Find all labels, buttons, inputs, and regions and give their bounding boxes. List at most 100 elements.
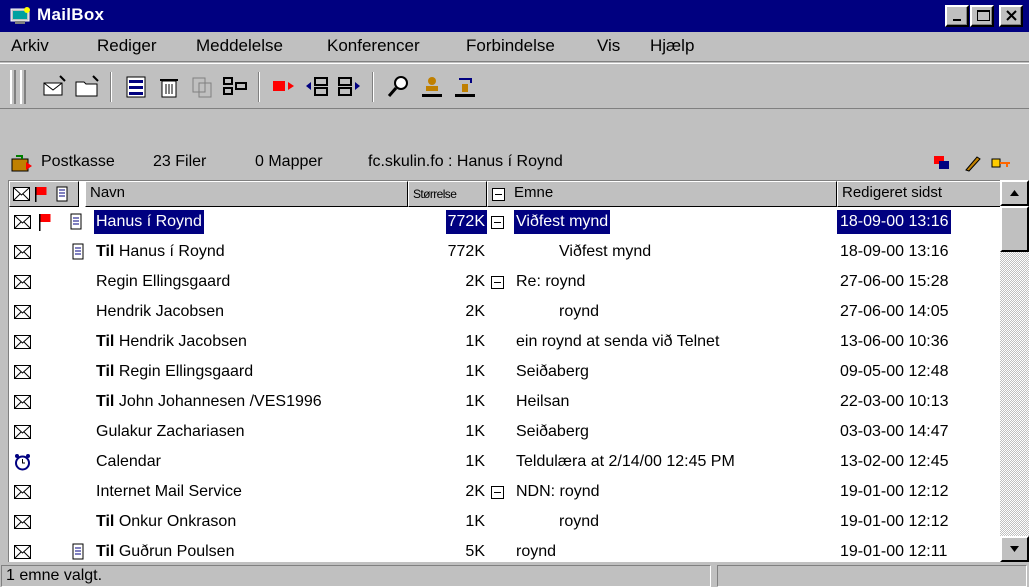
message-subject: Re: roynd bbox=[514, 267, 835, 297]
message-row[interactable]: Hendrik Jacobsen 2K roynd 27-06-00 14:05 bbox=[9, 297, 1001, 327]
message-row[interactable]: Calendar 1K Teldulæra at 2/14/00 12:45 PM 1… bbox=[9, 447, 1001, 477]
arrow-down-icon bbox=[1010, 546, 1019, 552]
date-text: 19-01-00 12:12 bbox=[840, 513, 949, 530]
key-icon[interactable] bbox=[990, 154, 1012, 172]
menu-rediger[interactable]: Rediger bbox=[97, 36, 157, 56]
trash-icon[interactable] bbox=[155, 73, 183, 101]
message-row[interactable]: Internet Mail Service 2K NDN: roynd 19-01-0… bbox=[9, 477, 1001, 507]
menu-meddelelse[interactable]: Meddelelse bbox=[196, 36, 283, 56]
message-subject: roynd bbox=[514, 537, 835, 562]
date-text: 27-06-00 15:28 bbox=[840, 273, 949, 290]
collapse-thread-icon[interactable] bbox=[491, 216, 504, 229]
size-value: 1K bbox=[465, 423, 485, 440]
message-sender: Hanus í Roynd bbox=[94, 207, 408, 237]
message-size: 1K bbox=[408, 507, 487, 537]
toolbar-separator bbox=[372, 72, 374, 102]
menu-bar: Arkiv Rediger Meddelelse Konferencer For… bbox=[0, 32, 1029, 62]
connect-icon[interactable] bbox=[451, 73, 479, 101]
close-button[interactable] bbox=[999, 5, 1023, 27]
column-header-name[interactable]: Navn bbox=[85, 181, 408, 207]
message-date: 13-06-00 10:36 bbox=[837, 327, 1001, 357]
message-sender: Calendar bbox=[94, 447, 408, 477]
properties-icon[interactable] bbox=[221, 73, 249, 101]
flag-next-icon[interactable] bbox=[270, 73, 298, 101]
menu-forbindelse[interactable]: Forbindelse bbox=[466, 36, 555, 56]
message-size: 2K bbox=[408, 267, 487, 297]
windows-icon[interactable] bbox=[932, 154, 954, 172]
file-count: 23 Filer bbox=[153, 153, 207, 170]
mail-read-icon bbox=[14, 275, 31, 289]
message-subject: Seiðaberg bbox=[514, 357, 835, 387]
message-date: 09-05-00 12:48 bbox=[837, 357, 1001, 387]
message-row[interactable]: Til Regin Ellingsgaard 1K Seiðaberg 09-05-0… bbox=[9, 357, 1001, 387]
message-row[interactable]: Til Hanus í Roynd 772K Viðfest mynd 18-09-0… bbox=[9, 237, 1001, 267]
menu-konferencer[interactable]: Konferencer bbox=[327, 36, 420, 56]
close-icon bbox=[1006, 10, 1017, 21]
message-subject: roynd bbox=[557, 297, 835, 327]
message-list: Navn Størrelse Emne Redigeret sidst Hanu… bbox=[8, 180, 1029, 562]
message-date: 19-01-00 12:12 bbox=[837, 507, 1001, 537]
toolbar-grip[interactable] bbox=[10, 70, 16, 104]
collapse-thread-icon[interactable] bbox=[491, 486, 504, 499]
pencil-icon[interactable] bbox=[962, 154, 984, 172]
message-sender: Regin Ellingsgaard bbox=[94, 267, 408, 297]
move-disabled-icon[interactable] bbox=[188, 73, 216, 101]
message-date: 27-06-00 15:28 bbox=[837, 267, 1001, 297]
file-cabinet-icon[interactable] bbox=[122, 73, 150, 101]
previous-message-icon[interactable] bbox=[303, 73, 331, 101]
maximize-button[interactable] bbox=[970, 5, 994, 27]
collapse-thread-icon[interactable] bbox=[491, 276, 504, 289]
message-sender: Til John Johannesen /VES1996 bbox=[94, 387, 408, 417]
next-message-icon[interactable] bbox=[336, 73, 364, 101]
date-text: 19-01-00 12:11 bbox=[840, 543, 948, 560]
minimize-button[interactable] bbox=[945, 5, 969, 27]
mail-read-icon bbox=[14, 545, 31, 559]
message-row[interactable]: Hanus í Roynd 772K Viðfest mynd 18-09-00 13… bbox=[9, 207, 1001, 237]
sender-name: Internet Mail Service bbox=[96, 483, 242, 500]
message-subject: Seiðaberg bbox=[514, 417, 835, 447]
column-header-edited[interactable]: Redigeret sidst bbox=[837, 181, 1001, 207]
message-row[interactable]: Til Guðrun Poulsen 5K roynd 19-01-00 12:11 bbox=[9, 537, 1001, 562]
message-subject: NDN: roynd bbox=[514, 477, 835, 507]
column-header-subject[interactable]: Emne bbox=[487, 181, 837, 207]
message-size: 772K bbox=[408, 207, 487, 237]
subject-text: NDN: roynd bbox=[516, 483, 600, 500]
message-sender: Til Hanus í Roynd bbox=[94, 237, 408, 267]
toolbar-separator bbox=[258, 72, 260, 102]
mailbox-folder-icon bbox=[11, 155, 32, 172]
subject-text: Seiðaberg bbox=[516, 363, 589, 380]
message-sender: Til Hendrik Jacobsen bbox=[94, 327, 408, 357]
user-directory-icon[interactable] bbox=[418, 73, 446, 101]
scroll-thumb[interactable] bbox=[1000, 206, 1029, 252]
date-text: 22-03-00 10:13 bbox=[840, 393, 949, 410]
collapse-all-icon[interactable] bbox=[492, 188, 505, 201]
menu-hjaelp[interactable]: Hjælp bbox=[650, 36, 694, 56]
column-header-size[interactable]: Størrelse bbox=[408, 181, 487, 207]
message-row[interactable]: Til John Johannesen /VES1996 1K Heilsan 22-… bbox=[9, 387, 1001, 417]
new-message-icon[interactable] bbox=[40, 73, 68, 101]
column-header-subject-label: Emne bbox=[514, 184, 554, 201]
minimize-icon bbox=[953, 19, 961, 21]
list-header: Navn Størrelse Emne Redigeret sidst bbox=[9, 181, 1001, 207]
menu-vis[interactable]: Vis bbox=[597, 36, 620, 56]
vertical-scrollbar[interactable] bbox=[1000, 180, 1029, 562]
icon-columns-header[interactable] bbox=[9, 181, 79, 207]
subject-text: roynd bbox=[559, 513, 600, 530]
subject-text: Viðfest mynd bbox=[559, 243, 652, 260]
message-row[interactable]: Til Hendrik Jacobsen 1K ein roynd at senda… bbox=[9, 327, 1001, 357]
search-icon[interactable] bbox=[385, 73, 413, 101]
scroll-up-button[interactable] bbox=[1000, 180, 1029, 206]
date-text: 13-02-00 12:45 bbox=[840, 453, 949, 470]
scroll-down-button[interactable] bbox=[1000, 536, 1029, 562]
subject-text: Heilsan bbox=[516, 393, 570, 410]
message-size: 1K bbox=[408, 387, 487, 417]
message-row[interactable]: Til Onkur Onkrason 1K roynd 19-01-00 12:12 bbox=[9, 507, 1001, 537]
message-size: 1K bbox=[408, 327, 487, 357]
subject-text: Re: roynd bbox=[516, 273, 586, 290]
menu-arkiv[interactable]: Arkiv bbox=[11, 36, 49, 56]
mail-read-icon bbox=[14, 365, 31, 379]
flag-icon bbox=[39, 214, 51, 231]
message-row[interactable]: Regin Ellingsgaard 2K Re: roynd 27-06-00 15… bbox=[9, 267, 1001, 297]
message-row[interactable]: Gulakur Zachariasen 1K Seiðaberg 03-03-00 1… bbox=[9, 417, 1001, 447]
new-folder-icon[interactable] bbox=[73, 73, 101, 101]
